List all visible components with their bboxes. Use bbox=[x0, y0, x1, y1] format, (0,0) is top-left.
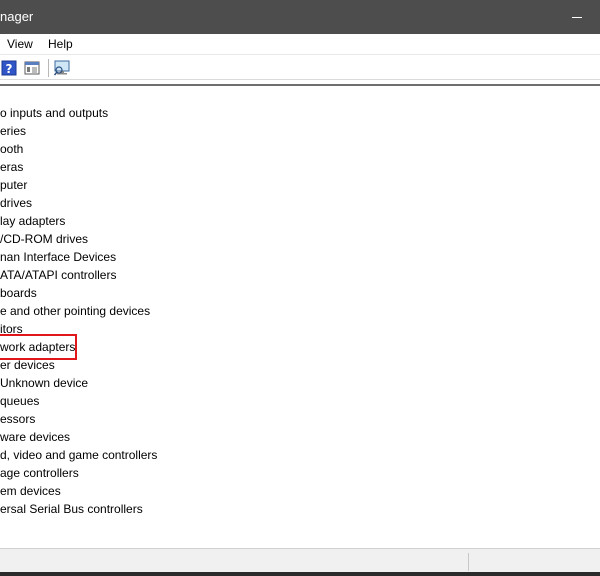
menu-help[interactable]: Help bbox=[47, 37, 74, 51]
toolbar: ? bbox=[0, 56, 600, 80]
properties-button[interactable] bbox=[23, 59, 41, 77]
tree-item-ide-ata-atapi-controllers[interactable]: ATA/ATAPI controllers bbox=[0, 266, 116, 284]
tree-item-audio-inputs-outputs[interactable]: o inputs and outputs bbox=[0, 104, 108, 122]
tree-item-disk-drives[interactable]: drives bbox=[0, 194, 32, 212]
help-icon: ? bbox=[1, 60, 17, 76]
tree-item-monitors[interactable]: itors bbox=[0, 320, 23, 338]
tree-item-unknown-device[interactable]: Unknown device bbox=[0, 374, 88, 392]
tree-item-storage-controllers[interactable]: age controllers bbox=[0, 464, 79, 482]
tree-item-mice-pointing-devices[interactable]: e and other pointing devices bbox=[0, 302, 150, 320]
svg-text:?: ? bbox=[6, 62, 13, 76]
tree-item-software-devices[interactable]: ware devices bbox=[0, 428, 70, 446]
tree-item-display-adapters[interactable]: lay adapters bbox=[0, 212, 65, 230]
help-button[interactable]: ? bbox=[0, 59, 18, 77]
menu-bar: View Help bbox=[0, 34, 600, 55]
properties-icon bbox=[24, 61, 40, 75]
tree-item-system-devices[interactable]: em devices bbox=[0, 482, 61, 500]
window-title: nager bbox=[0, 9, 34, 24]
menu-view[interactable]: View bbox=[6, 37, 34, 51]
tree-item-keyboards[interactable]: boards bbox=[0, 284, 37, 302]
tree-item-cameras[interactable]: eras bbox=[0, 158, 23, 176]
tree-item-dvd-cd-rom-drives[interactable]: /CD-ROM drives bbox=[0, 230, 88, 248]
toolbar-separator bbox=[48, 59, 49, 77]
tree-item-bluetooth[interactable]: ooth bbox=[0, 140, 23, 158]
tree-item-sound-video-game-controllers[interactable]: d, video and game controllers bbox=[0, 446, 157, 464]
device-tree: o inputs and outputs eries ooth eras put… bbox=[0, 86, 600, 548]
status-pane-separator bbox=[468, 553, 469, 571]
tree-item-computer[interactable]: puter bbox=[0, 176, 27, 194]
window-bottom-border bbox=[0, 572, 600, 576]
scan-hardware-icon bbox=[53, 60, 70, 76]
tree-item-network-adapters[interactable]: work adapters bbox=[0, 338, 75, 356]
title-bar: nager bbox=[0, 0, 600, 34]
tree-item-other-devices[interactable]: er devices bbox=[0, 356, 55, 374]
tree-item-print-queues[interactable]: queues bbox=[0, 392, 39, 410]
scan-hardware-button[interactable] bbox=[53, 59, 71, 77]
minimize-button[interactable] bbox=[554, 0, 600, 34]
tree-item-processors[interactable]: essors bbox=[0, 410, 35, 428]
minimize-icon bbox=[572, 16, 582, 18]
tree-item-human-interface-devices[interactable]: nan Interface Devices bbox=[0, 248, 116, 266]
tree-item-batteries[interactable]: eries bbox=[0, 122, 26, 140]
tree-item-usb-controllers[interactable]: ersal Serial Bus controllers bbox=[0, 500, 143, 518]
